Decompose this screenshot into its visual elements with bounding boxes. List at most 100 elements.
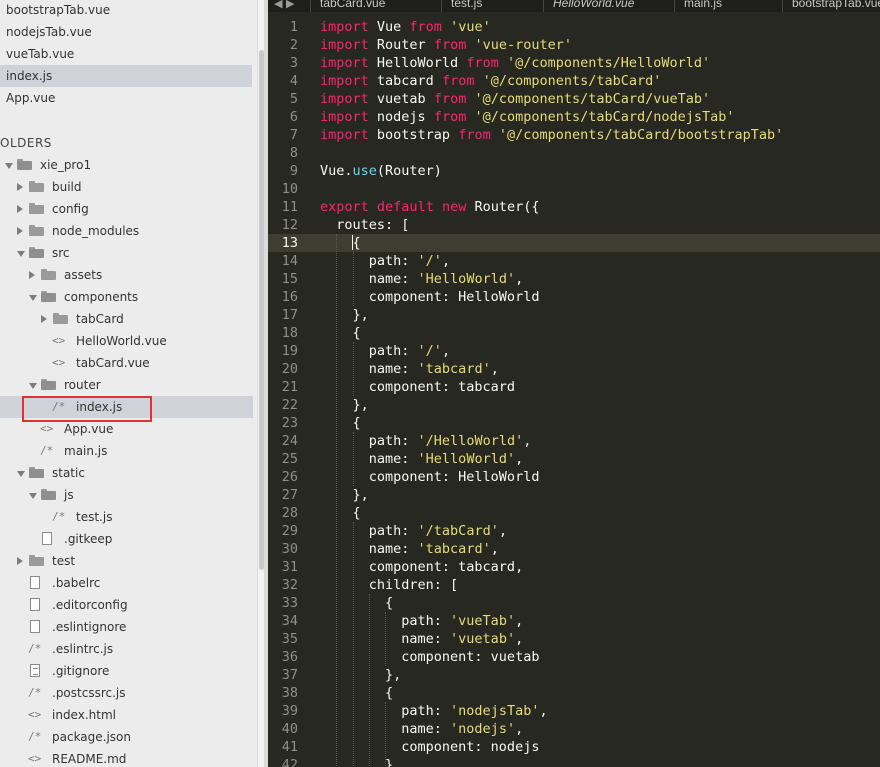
code-line[interactable]: {: [320, 414, 361, 432]
code-line[interactable]: import tabcard from '@/components/tabCar…: [320, 72, 661, 90]
code-line[interactable]: path: '/',: [320, 342, 450, 360]
tree-file[interactable]: /* .eslintrc.js: [0, 638, 253, 660]
code-line[interactable]: import nodejs from '@/components/tabCard…: [320, 108, 735, 126]
tree-folder[interactable]: router: [0, 374, 253, 396]
tree-folder[interactable]: js: [0, 484, 253, 506]
code-line[interactable]: component: HelloWorld: [320, 288, 540, 306]
code-line[interactable]: Vue.use(Router): [320, 162, 442, 180]
keyword-token: from: [433, 109, 467, 125]
code-line[interactable]: {: [320, 234, 361, 252]
code-line[interactable]: path: '/',: [320, 252, 450, 270]
code-line[interactable]: component: tabcard: [320, 378, 515, 396]
chevron-right-icon[interactable]: [17, 205, 23, 213]
code-line[interactable]: children: [: [320, 576, 458, 594]
code-line[interactable]: path: '/HelloWorld',: [320, 432, 532, 450]
line-number: 36: [281, 649, 298, 665]
text-token: ,: [515, 613, 524, 629]
tree-file[interactable]: <> README.md: [0, 748, 253, 767]
tree-file[interactable]: /* package.json: [0, 726, 253, 748]
tree-folder[interactable]: build: [0, 176, 253, 198]
tree-folder[interactable]: assets: [0, 264, 253, 286]
chevron-right-icon[interactable]: [17, 557, 23, 565]
tree-folder[interactable]: test: [0, 550, 253, 572]
tree-folder[interactable]: components: [0, 286, 253, 308]
chevron-right-icon[interactable]: [17, 183, 23, 191]
code-line[interactable]: path: 'nodejsTab',: [320, 702, 547, 720]
folder-icon: [29, 203, 44, 214]
code-line[interactable]: {: [320, 684, 393, 702]
keyword-token: from: [433, 37, 467, 53]
open-file-item[interactable]: bootstrapTab.vue: [0, 0, 252, 21]
tree-folder[interactable]: src: [0, 242, 253, 264]
chevron-down-icon[interactable]: [29, 493, 37, 499]
code-line[interactable]: component: HelloWorld: [320, 468, 540, 486]
tree-folder[interactable]: xie_pro1: [0, 154, 253, 176]
code-line[interactable]: name: 'tabcard',: [320, 540, 499, 558]
code-editor[interactable]: ◀ ▶ tabCard.vue test.js HelloWorld.vue main…: [268, 0, 880, 767]
tree-file[interactable]: <> index.html: [0, 704, 253, 726]
chevron-right-icon[interactable]: [29, 271, 35, 279]
chevron-right-icon[interactable]: [41, 315, 47, 323]
code-line[interactable]: {: [320, 324, 361, 342]
tree-folder[interactable]: tabCard: [0, 308, 253, 330]
code-line[interactable]: name: 'nodejs',: [320, 720, 523, 738]
tree-file[interactable]: .eslintignore: [0, 616, 253, 638]
chevron-down-icon[interactable]: [29, 383, 37, 389]
code-line[interactable]: import Vue from 'vue': [320, 18, 491, 36]
chevron-down-icon[interactable]: [17, 251, 25, 257]
editor-tab[interactable]: tabCard.vue: [320, 0, 385, 12]
editor-tab[interactable]: main.js: [684, 0, 722, 12]
code-line[interactable]: },: [320, 396, 369, 414]
tree-file[interactable]: .gitkeep: [0, 528, 253, 550]
code-line[interactable]: },: [320, 666, 401, 684]
tree-file[interactable]: /* main.js: [0, 440, 253, 462]
tree-folder[interactable]: static: [0, 462, 253, 484]
tree-file[interactable]: .editorconfig: [0, 594, 253, 616]
code-line[interactable]: component: vuetab: [320, 648, 539, 666]
editor-tab[interactable]: test.js: [451, 0, 482, 12]
code-line[interactable]: import vuetab from '@/components/tabCard…: [320, 90, 710, 108]
tree-file[interactable]: /* test.js: [0, 506, 253, 528]
code-line[interactable]: },: [320, 306, 369, 324]
text-token: name:: [320, 451, 418, 467]
code-line[interactable]: name: 'HelloWorld',: [320, 450, 523, 468]
chevron-down-icon[interactable]: [29, 295, 37, 301]
editor-tab[interactable]: HelloWorld.vue: [553, 0, 634, 12]
code-line[interactable]: import HelloWorld from '@/components/Hel…: [320, 54, 710, 72]
tree-file[interactable]: <> tabCard.vue: [0, 352, 253, 374]
code-line[interactable]: name: 'HelloWorld',: [320, 270, 523, 288]
chevron-down-icon[interactable]: [17, 471, 25, 477]
code-line[interactable]: name: 'vuetab',: [320, 630, 523, 648]
text-token: (Router): [376, 163, 442, 179]
editor-tab[interactable]: bootstrapTab.vue: [792, 0, 880, 12]
code-line[interactable]: routes: [: [320, 216, 409, 234]
tree-file[interactable]: <> HelloWorld.vue: [0, 330, 253, 352]
tree-file[interactable]: /* .postcssrc.js: [0, 682, 253, 704]
code-line[interactable]: export default new Router({: [320, 198, 540, 216]
text-token: ,: [523, 433, 532, 449]
code-line[interactable]: import bootstrap from '@/components/tabC…: [320, 126, 783, 144]
chevron-right-icon[interactable]: [17, 227, 23, 235]
tree-folder[interactable]: node_modules: [0, 220, 253, 242]
code-line[interactable]: path: '/tabCard',: [320, 522, 507, 540]
line-number: 16: [281, 289, 298, 305]
code-line[interactable]: path: 'vueTab',: [320, 612, 523, 630]
open-file-item[interactable]: nodejsTab.vue: [0, 21, 252, 43]
code-line[interactable]: },: [320, 486, 369, 504]
tree-folder[interactable]: config: [0, 198, 253, 220]
code-line[interactable]: {: [320, 504, 361, 522]
tab-nav-arrows[interactable]: ◀ ▶: [274, 0, 294, 10]
code-line[interactable]: {: [320, 594, 393, 612]
code-line[interactable]: }: [320, 756, 393, 767]
chevron-down-icon[interactable]: [5, 163, 13, 169]
code-line[interactable]: component: tabcard,: [320, 558, 523, 576]
code-line[interactable]: import Router from 'vue-router': [320, 36, 572, 54]
tree-file[interactable]: .babelrc: [0, 572, 253, 594]
tree-file[interactable]: .gitignore: [0, 660, 253, 682]
string-token: 'tabcard': [417, 541, 491, 557]
open-file-item[interactable]: vueTab.vue: [0, 43, 252, 65]
open-file-item[interactable]: index.js: [0, 65, 252, 87]
open-file-item[interactable]: App.vue: [0, 87, 252, 109]
code-line[interactable]: component: nodejs: [320, 738, 539, 756]
code-line[interactable]: name: 'tabcard',: [320, 360, 499, 378]
